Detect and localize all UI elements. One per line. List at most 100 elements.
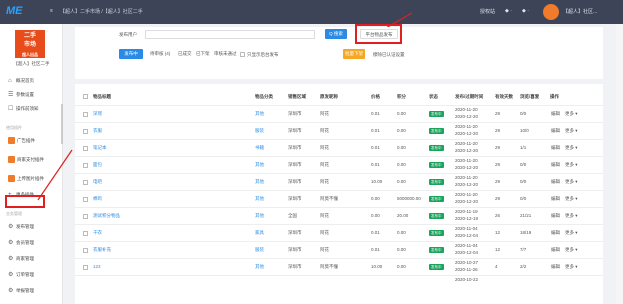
row-price: 10.00 — [371, 179, 383, 184]
row-category[interactable]: 家具 — [255, 230, 264, 236]
row-checkbox[interactable] — [83, 214, 88, 219]
row-expire-time: 2020-12-20 — [455, 165, 479, 170]
row-title[interactable]: 衣服 — [93, 128, 102, 134]
row-category[interactable]: 服装 — [255, 247, 264, 253]
row-nickname: 阿花 — [320, 213, 329, 218]
tab-pending[interactable]: 待审核 (4) — [150, 49, 170, 59]
more-dropdown[interactable]: 更多 ▾ — [565, 128, 578, 134]
status-badge: 发布中 — [429, 264, 444, 270]
row-expire-time: 2020-12-04 — [455, 233, 479, 238]
more-dropdown[interactable]: 更多 ▾ — [565, 179, 578, 185]
row-publish-time: 2020-11-20 — [455, 141, 478, 146]
search-button[interactable]: Q 搜索 — [325, 29, 347, 39]
row-checkbox[interactable] — [83, 197, 88, 202]
tab-offline[interactable]: 已下架 — [196, 49, 210, 59]
row-expire-time: 2020-12-20 — [455, 199, 479, 204]
col-days: 有效天数 — [495, 94, 513, 99]
row-views: 18/19 — [520, 230, 532, 235]
more-dropdown[interactable]: 更多 ▾ — [565, 264, 578, 270]
row-title[interactable]: 干衣 — [93, 230, 102, 236]
row-points: 0.00 — [397, 145, 406, 150]
table-row: 衣服补充 服装 深圳市 阿花 0.01 0.00 12 7/7 发布中 2020-11-04 202… — [75, 241, 603, 258]
arrow-line — [37, 149, 73, 201]
row-title[interactable]: 123 — [93, 264, 101, 269]
row-checkbox[interactable] — [83, 163, 88, 168]
row-category[interactable]: 其他 — [255, 179, 264, 185]
row-price: 0.01 — [371, 145, 380, 150]
row-publish-time: 2020-11-19 — [455, 209, 478, 214]
edit-link[interactable]: 编辑 — [551, 179, 560, 185]
row-category[interactable]: 其他 — [255, 196, 264, 202]
more-dropdown[interactable]: 更多 ▾ — [565, 247, 578, 253]
edit-link[interactable]: 编辑 — [551, 264, 560, 270]
row-days: 29 — [495, 111, 501, 116]
row-category[interactable]: 其他 — [255, 162, 264, 168]
more-dropdown[interactable]: 更多 ▾ — [565, 162, 578, 168]
row-nickname: 阿花 — [320, 247, 329, 252]
row-checkbox[interactable] — [83, 265, 88, 270]
row-category[interactable]: 书籍 — [255, 145, 264, 151]
row-price: 0.01 — [371, 111, 380, 116]
table-row: 电吧 其他 深圳市 阿花 10.00 0.00 29 0/0 发布中 2020-11-20 2020… — [75, 173, 603, 190]
tab-sold[interactable]: 已成交 — [178, 49, 192, 59]
edit-link[interactable]: 编辑 — [551, 230, 560, 236]
edit-link[interactable]: 编辑 — [551, 111, 560, 117]
edit-link[interactable]: 编辑 — [551, 162, 560, 168]
row-title[interactable]: 测试积分物品 — [93, 213, 120, 219]
row-checkbox[interactable] — [83, 180, 88, 185]
row-price: 0.01 — [371, 247, 380, 252]
tab-publishing[interactable]: 发布中 — [119, 49, 143, 59]
row-nickname: 阿莫不懂 — [320, 264, 338, 269]
more-dropdown[interactable]: 更多 ▾ — [565, 213, 578, 219]
only-platform-checkbox[interactable] — [240, 52, 245, 57]
row-checkbox[interactable] — [83, 231, 88, 236]
row-checkbox[interactable] — [83, 248, 88, 253]
table-row: 面包 其他 深圳市 阿花 0.01 0.00 29 0/0 发布中 2020-11-20 2020-… — [75, 156, 603, 173]
row-checkbox[interactable] — [83, 129, 88, 134]
row-area: 深圳市 — [288, 264, 302, 269]
row-points: 20.00 — [397, 213, 409, 218]
row-category[interactable]: 其他 — [255, 111, 264, 117]
row-title[interactable]: 笔记本 — [93, 145, 107, 151]
row-nickname: 阿莫不懂 — [320, 196, 338, 201]
row-title[interactable]: 面包 — [93, 162, 102, 168]
edit-link[interactable]: 编辑 — [551, 213, 560, 219]
select-all-checkbox[interactable] — [83, 94, 88, 99]
edit-link[interactable]: 编辑 — [551, 247, 560, 253]
row-category[interactable]: 其他 — [255, 264, 264, 270]
row-expire-time: 2020-12-20 — [455, 131, 479, 136]
row-category[interactable]: 服装 — [255, 128, 264, 134]
col-nickname: 原发昵称 — [320, 94, 338, 99]
publisher-input[interactable] — [145, 30, 315, 39]
row-checkbox[interactable] — [83, 112, 88, 117]
row-title[interactable]: 电吧 — [93, 179, 102, 185]
extra-setting-link[interactable]: 擦除已认证设置 — [373, 52, 405, 58]
status-badge: 发布中 — [429, 230, 444, 236]
row-nickname: 阿花 — [320, 111, 329, 116]
more-dropdown[interactable]: 更多 ▾ — [565, 145, 578, 151]
col-actions: 操作 — [550, 94, 559, 99]
tab-rejected[interactable]: 审核未通过 — [214, 49, 237, 59]
row-checkbox[interactable] — [83, 146, 88, 151]
more-dropdown[interactable]: 更多 ▾ — [565, 230, 578, 236]
row-days: 29 — [495, 145, 501, 150]
col-title: 物品标题 — [93, 94, 111, 99]
row-publish-time: 2020-10-27 — [455, 260, 479, 265]
row-title[interactable]: 衣服补充 — [93, 247, 111, 253]
more-dropdown[interactable]: 更多 ▾ — [565, 111, 578, 117]
status-badge: 发布中 — [429, 179, 444, 185]
page-scrollbar[interactable] — [616, 24, 623, 304]
batch-offline-button[interactable]: 批量下架 — [343, 49, 365, 59]
edit-link[interactable]: 编辑 — [551, 128, 560, 134]
row-nickname: 阿花 — [320, 145, 329, 150]
row-price: 0.01 — [371, 128, 380, 133]
more-dropdown[interactable]: 更多 ▾ — [565, 196, 578, 202]
row-category[interactable]: 其他 — [255, 213, 264, 219]
row-title[interactable]: 深瑶 — [93, 111, 102, 117]
row-title[interactable]: 棉鸡 — [93, 196, 102, 202]
edit-link[interactable]: 编辑 — [551, 196, 560, 202]
table-row: 测试积分物品 其他 全国 阿花 0.00 20.00 26 21/21 发布中 2020-11-1… — [75, 207, 603, 224]
col-time: 发布/过期时间 — [455, 94, 484, 99]
edit-link[interactable]: 编辑 — [551, 145, 560, 151]
table-row: 深瑶 其他 深圳市 阿花 0.01 0.00 29 0/0 发布中 2020-11-20 2020-… — [75, 105, 603, 122]
